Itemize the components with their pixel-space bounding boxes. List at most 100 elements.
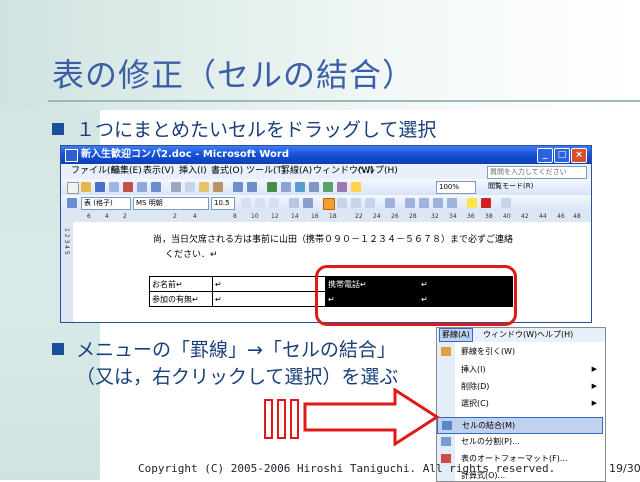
bullet-text-1: １つにまとめたいセルをドラッグして選択 xyxy=(76,119,437,141)
menu-item-delete[interactable]: 削除(D) ▶ xyxy=(437,379,603,394)
menu-item-label: 罫線を引く(W) xyxy=(461,347,516,356)
ruler-tick: 36 xyxy=(467,213,475,220)
bullet-text-2-line-1: メニューの「罫線」→「セルの結合」 xyxy=(76,339,396,361)
show-hide-icon[interactable] xyxy=(351,182,361,192)
char-shading-icon[interactable] xyxy=(303,198,313,208)
align-right-icon[interactable] xyxy=(351,198,361,208)
font-color-icon[interactable] xyxy=(481,198,491,208)
ruler-tick: 4 xyxy=(193,213,197,220)
ruler-tick: 2 xyxy=(123,213,127,220)
menu-view[interactable]: 表示(V) xyxy=(143,164,174,179)
paste-icon[interactable] xyxy=(199,182,209,192)
numbering-icon[interactable] xyxy=(405,198,415,208)
emphasis-bar-icon xyxy=(277,399,286,439)
phonetic-icon[interactable] xyxy=(501,198,511,208)
drawing-icon[interactable] xyxy=(323,182,333,192)
highlight-icon[interactable] xyxy=(467,198,477,208)
new-doc-icon[interactable] xyxy=(67,182,79,194)
decrease-indent-icon[interactable] xyxy=(433,198,443,208)
open-folder-icon[interactable] xyxy=(81,182,91,192)
menu-format[interactable]: 書式(O) xyxy=(211,164,243,179)
bullets-icon[interactable] xyxy=(419,198,429,208)
menu-window[interactable]: ウィンドウ(W) xyxy=(483,328,537,342)
menu-table[interactable]: 罫線(A) xyxy=(281,164,312,179)
slide-title: 表の修正（セルの結合） xyxy=(52,56,416,94)
doc-line-1: 尚，当日欠席される方は事前に山田（携帯０９０－１２３４－５６７８）まで必ずご連絡 xyxy=(153,235,514,245)
ruler-tick: 38 xyxy=(485,213,493,220)
menu-item-select[interactable]: 選択(C) ▶ xyxy=(437,396,603,411)
title-underline xyxy=(48,100,640,102)
ruler-tick: 46 xyxy=(557,213,565,220)
print-icon[interactable] xyxy=(123,182,133,192)
ruler-tick: 4 xyxy=(105,213,109,220)
preview-icon[interactable] xyxy=(137,182,147,192)
doc-map-icon[interactable] xyxy=(337,182,347,192)
align-left-icon[interactable] xyxy=(323,198,335,210)
ruler-tick: 26 xyxy=(391,213,399,220)
word-titlebar[interactable]: 新入生歓迎コンパ2.doc - Microsoft Word _ □ × xyxy=(61,146,591,164)
minimize-button[interactable]: _ xyxy=(537,148,553,163)
char-border-icon[interactable] xyxy=(289,198,299,208)
ruler-tick: 24 xyxy=(373,213,381,220)
copy-icon[interactable] xyxy=(185,182,195,192)
menu-item-label: セルの分割(P)... xyxy=(461,437,520,446)
increase-indent-icon[interactable] xyxy=(447,198,457,208)
word-window-title: 新入生歓迎コンパ2.doc - Microsoft Word xyxy=(81,149,290,160)
menu-item-split-cells[interactable]: セルの分割(P)... xyxy=(437,434,603,449)
table-cell[interactable]: ↵ xyxy=(212,291,326,307)
submenu-arrow-icon: ▶ xyxy=(591,382,597,390)
menu-item-merge-cells[interactable]: セルの結合(M) xyxy=(437,417,603,434)
ruler-tick: 2 xyxy=(173,213,177,220)
maximize-button[interactable]: □ xyxy=(554,148,570,163)
redo-icon[interactable] xyxy=(247,182,257,192)
menu-table-open[interactable]: 罫線(A) xyxy=(439,328,473,342)
permission-icon[interactable] xyxy=(109,182,119,192)
close-button[interactable]: × xyxy=(571,148,587,163)
page-number: 19/30 xyxy=(609,462,640,475)
font-size-select[interactable]: 10.5 xyxy=(211,197,235,210)
table-icon[interactable] xyxy=(281,182,291,192)
merge-cells-icon xyxy=(442,421,452,430)
menu-item-insert[interactable]: 挿入(I) ▶ xyxy=(437,362,603,377)
cut-icon[interactable] xyxy=(171,182,181,192)
line-spacing-icon[interactable] xyxy=(385,198,395,208)
undo-icon[interactable] xyxy=(233,182,243,192)
table-cell[interactable]: ↵ xyxy=(212,276,326,292)
format-painter-icon[interactable] xyxy=(213,182,223,192)
hyperlink-icon[interactable] xyxy=(267,182,277,192)
menu-item-label: 挿入(I) xyxy=(461,365,486,374)
columns-icon[interactable] xyxy=(309,182,319,192)
insert-excel-icon[interactable] xyxy=(295,182,305,192)
justify-icon[interactable] xyxy=(365,198,375,208)
menu-insert[interactable]: 挿入(I) xyxy=(179,164,207,179)
italic-icon[interactable] xyxy=(255,198,265,208)
font-select[interactable]: MS 明朝 xyxy=(133,197,209,210)
menu-help[interactable]: ヘルプ(H) xyxy=(357,164,398,179)
menu-help[interactable]: ヘルプ(H) xyxy=(537,328,573,342)
help-search-input[interactable]: 質問を入力してください xyxy=(487,166,587,179)
standard-toolbar: 100% 閲覧モード(R) xyxy=(61,179,591,196)
ruler-tick: 40 xyxy=(503,213,511,220)
style-icon xyxy=(67,198,77,208)
ruler-tick: 12 xyxy=(271,213,279,220)
reading-mode-button[interactable]: 閲覧モード(R) xyxy=(486,181,550,192)
menu-body: 罫線を引く(W) 挿入(I) ▶ 削除(D) ▶ 選択(C) ▶ セルの結合(M… xyxy=(437,342,605,481)
split-cells-icon xyxy=(441,437,451,446)
submenu-arrow-icon: ▶ xyxy=(591,365,597,373)
spelling-icon[interactable] xyxy=(151,182,161,192)
save-icon[interactable] xyxy=(95,182,105,192)
menu-edit[interactable]: 編集(E) xyxy=(111,164,142,179)
zoom-select[interactable]: 100% xyxy=(436,181,476,194)
style-select[interactable]: 表 (格子) xyxy=(81,197,131,210)
menu-item-draw-table[interactable]: 罫線を引く(W) xyxy=(437,344,603,359)
underline-icon[interactable] xyxy=(269,198,279,208)
selection-highlight-outline xyxy=(315,265,517,326)
bullet-square-icon xyxy=(52,123,64,135)
emphasis-bar-icon xyxy=(264,399,273,439)
table-cell[interactable]: 参加の有無↵ xyxy=(149,291,213,307)
menu-tools[interactable]: ツール(T) xyxy=(246,164,286,179)
align-center-icon[interactable] xyxy=(337,198,347,208)
menu-item-label: セルの結合(M) xyxy=(462,421,516,430)
table-cell[interactable]: お名前↵ xyxy=(149,276,213,292)
bold-icon[interactable] xyxy=(241,198,251,208)
